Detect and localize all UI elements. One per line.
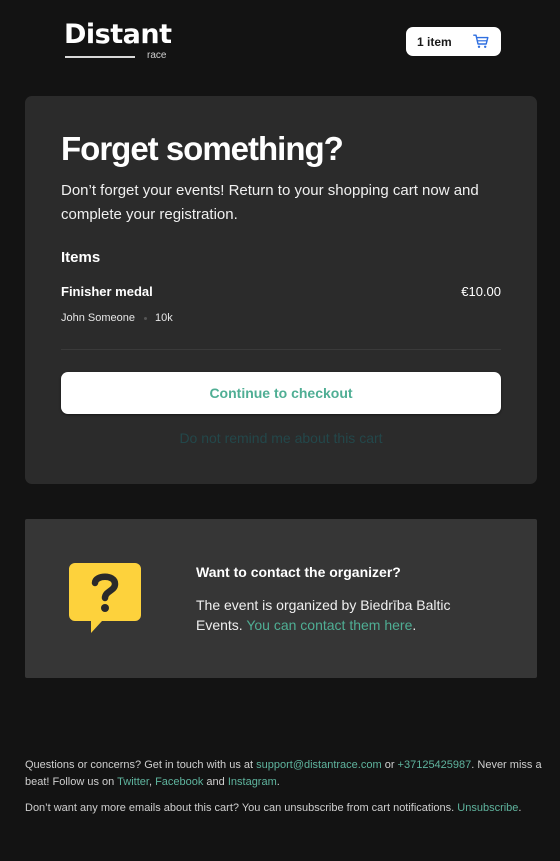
footer-text: and — [203, 775, 228, 788]
question-speech-bubble-icon — [69, 563, 141, 633]
item-name: Finisher medal — [61, 284, 153, 299]
facebook-link[interactable]: Facebook — [155, 776, 203, 788]
contact-heading: Want to contact the organizer? — [196, 564, 401, 580]
footer-unsubscribe-text: Don’t want any more emails about this ca… — [25, 800, 545, 817]
item-price: €10.00 — [461, 284, 501, 299]
contact-organizer-link[interactable]: You can contact them here — [246, 617, 412, 633]
instagram-link[interactable]: Instagram — [228, 776, 277, 788]
logo[interactable]: Distant race — [64, 18, 174, 64]
continue-to-checkout-button[interactable]: Continue to checkout — [61, 372, 501, 414]
footer: Questions or concerns? Get in touch with… — [25, 757, 545, 827]
item-distance: 10k — [155, 312, 173, 324]
footer-text: or — [381, 759, 398, 771]
cart-count: 1 item — [417, 34, 452, 49]
footer-text: Don’t want any more emails about this ca… — [25, 802, 458, 814]
cart-reminder-card: Forget something? Don’t forget your even… — [25, 96, 537, 484]
header: Distant race 1 item — [0, 0, 560, 96]
item-participant: John Someone — [61, 312, 135, 324]
footer-contact-text: Questions or concerns? Get in touch with… — [25, 757, 545, 790]
phone-link[interactable]: +37125425987 — [398, 759, 472, 771]
footer-text: . — [276, 775, 280, 788]
footer-text: . — [518, 802, 522, 814]
page-title: Forget something? — [61, 130, 344, 167]
twitter-link[interactable]: Twitter — [117, 776, 149, 788]
logo-wordmark: Distant — [64, 19, 172, 50]
support-email-link[interactable]: support@distantrace.com — [256, 759, 382, 771]
unsubscribe-link[interactable]: Unsubscribe — [457, 802, 518, 814]
item-meta: John Someone 10k — [61, 312, 173, 324]
cart-button[interactable]: 1 item — [406, 27, 501, 56]
shopping-cart-icon — [473, 34, 489, 48]
contact-text: The event is organized by Biedrība Balti… — [196, 595, 496, 635]
divider — [61, 349, 501, 350]
do-not-remind-link[interactable]: Do not remind me about this cart — [25, 430, 537, 446]
logo-underline — [65, 56, 135, 58]
separator-dot — [144, 316, 147, 320]
footer-text: Questions or concerns? Get in touch with… — [25, 759, 257, 771]
items-heading: Items — [61, 249, 101, 266]
logo-subtitle: race — [147, 50, 167, 61]
intro-text: Don’t forget your events! Return to your… — [61, 182, 479, 223]
contact-organizer-card: Want to contact the organizer? The event… — [25, 519, 537, 678]
contact-text-suffix: . — [412, 617, 417, 633]
